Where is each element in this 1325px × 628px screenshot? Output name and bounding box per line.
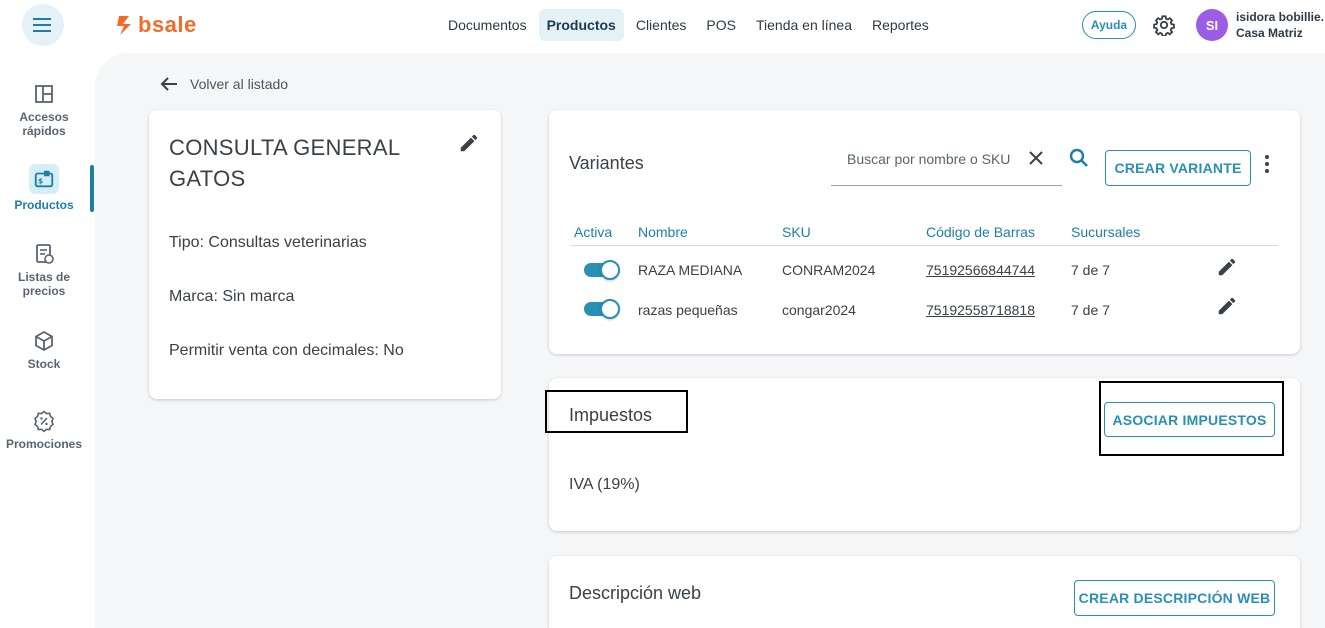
sidebar-item-label: Accesos rápidos	[19, 110, 69, 138]
price-list-icon	[36, 244, 54, 264]
user-branch: Casa Matriz	[1236, 26, 1303, 40]
product-info-card: CONSULTA GENERAL GATOS Tipo: Consultas v…	[149, 110, 501, 399]
highlight-box-impuestos	[545, 390, 688, 433]
top-bar: bsale Documentos Productos Clientes POS …	[0, 0, 1325, 52]
sidebar-item-promociones[interactable]: Promociones	[0, 409, 88, 451]
box-icon	[35, 331, 53, 351]
logo-text: bsale	[138, 12, 197, 37]
column-header-activa: Activa	[574, 224, 613, 240]
variant-name: RAZA MEDIANA	[638, 262, 743, 278]
sidebar-item-label: Productos	[14, 198, 74, 212]
variant-search-field	[831, 142, 1062, 186]
nav-pos[interactable]: POS	[698, 9, 744, 41]
variant-barcode[interactable]: 75192558718818	[926, 302, 1035, 318]
variant-active-toggle[interactable]	[584, 260, 620, 280]
nav-tienda-en-linea[interactable]: Tienda en línea	[748, 9, 860, 41]
variant-sku: CONRAM2024	[782, 262, 876, 278]
products-icon-wrapper: $	[29, 164, 59, 194]
more-options-icon[interactable]	[1263, 154, 1271, 174]
variant-branches: 7 de 7	[1071, 302, 1110, 318]
tax-value: IVA (19%)	[569, 476, 640, 493]
variant-search-input[interactable]	[847, 151, 1027, 167]
sidebar-item-productos[interactable]: $ Productos	[0, 164, 88, 212]
create-web-description-button[interactable]: CREAR DESCRIPCIÓN WEB	[1074, 580, 1275, 616]
main-nav: Documentos Productos Clientes POS Tienda…	[440, 9, 937, 41]
bsale-logo-icon	[117, 16, 131, 35]
column-header-nombre: Nombre	[638, 224, 688, 240]
variant-sku: congar2024	[782, 302, 856, 318]
back-label: Volver al listado	[190, 76, 289, 92]
column-header-sucursales: Sucursales	[1071, 224, 1141, 240]
back-to-list-link[interactable]: Volver al listado	[160, 76, 288, 92]
sidebar-item-accesos-rapidos[interactable]: Accesos rápidos	[0, 82, 88, 138]
avatar[interactable]: SI	[1196, 9, 1228, 41]
edit-variant-pencil-icon[interactable]	[1216, 295, 1238, 317]
sidebar-item-label: Listas de precios	[17, 270, 71, 298]
create-variant-button[interactable]: CREAR VARIANTE	[1105, 150, 1251, 186]
arrow-left-icon	[160, 77, 177, 91]
nav-productos[interactable]: Productos	[538, 9, 624, 41]
sidebar-item-listas-de-precios[interactable]: Listas de precios	[0, 242, 88, 298]
highlight-box-asociar-impuestos	[1099, 381, 1284, 456]
sidebar-item-label: Promociones	[5, 437, 83, 451]
nav-clientes[interactable]: Clientes	[628, 9, 695, 41]
web-description-title: Descripción web	[569, 583, 702, 603]
product-brand: Marca: Sin marca	[169, 288, 295, 305]
active-indicator	[90, 165, 94, 212]
gear-icon[interactable]	[1153, 14, 1175, 36]
edit-variant-pencil-icon[interactable]	[1216, 256, 1238, 278]
nav-reportes[interactable]: Reportes	[864, 9, 937, 41]
table-header-divider	[571, 245, 1278, 246]
column-header-sku: SKU	[782, 224, 811, 240]
sidebar-item-stock[interactable]: Stock	[0, 329, 88, 371]
edit-product-pencil-icon[interactable]	[458, 132, 480, 154]
nav-documentos[interactable]: Documentos	[440, 9, 535, 41]
variants-card: Variantes CREAR VARIANTE Activa Nombre S…	[549, 110, 1300, 354]
column-header-codigo-barras: Código de Barras	[926, 224, 1035, 240]
product-title: CONSULTA GENERAL GATOS	[169, 135, 400, 191]
search-icon[interactable]	[1069, 148, 1089, 168]
sidebar-item-label: Stock	[27, 357, 61, 371]
variant-name: razas pequeñas	[638, 302, 738, 318]
variant-active-toggle[interactable]	[584, 299, 620, 319]
clear-search-icon[interactable]	[1029, 151, 1043, 165]
hamburger-menu-button[interactable]	[22, 4, 64, 46]
layout-icon	[35, 85, 53, 103]
variants-title: Variantes	[569, 153, 644, 173]
sidebar: Accesos rápidos $ Productos Listas de pr…	[0, 52, 95, 628]
menu-icon	[33, 18, 51, 32]
help-button[interactable]: Ayuda	[1082, 11, 1136, 39]
variant-branches: 7 de 7	[1071, 262, 1110, 278]
percent-badge-icon	[34, 410, 54, 433]
variant-barcode[interactable]: 75192566844744	[926, 262, 1035, 278]
product-type: Tipo: Consultas veterinarias	[169, 234, 367, 251]
product-decimals-setting: Permitir venta con decimales: No	[169, 342, 404, 359]
svg-text:$: $	[38, 177, 43, 186]
web-description-card: Descripción web CREAR DESCRIPCIÓN WEB	[549, 556, 1300, 628]
products-icon: $	[34, 170, 54, 188]
user-name: isidora bobillie.	[1236, 10, 1325, 24]
brand-logo[interactable]: bsale	[116, 12, 197, 38]
